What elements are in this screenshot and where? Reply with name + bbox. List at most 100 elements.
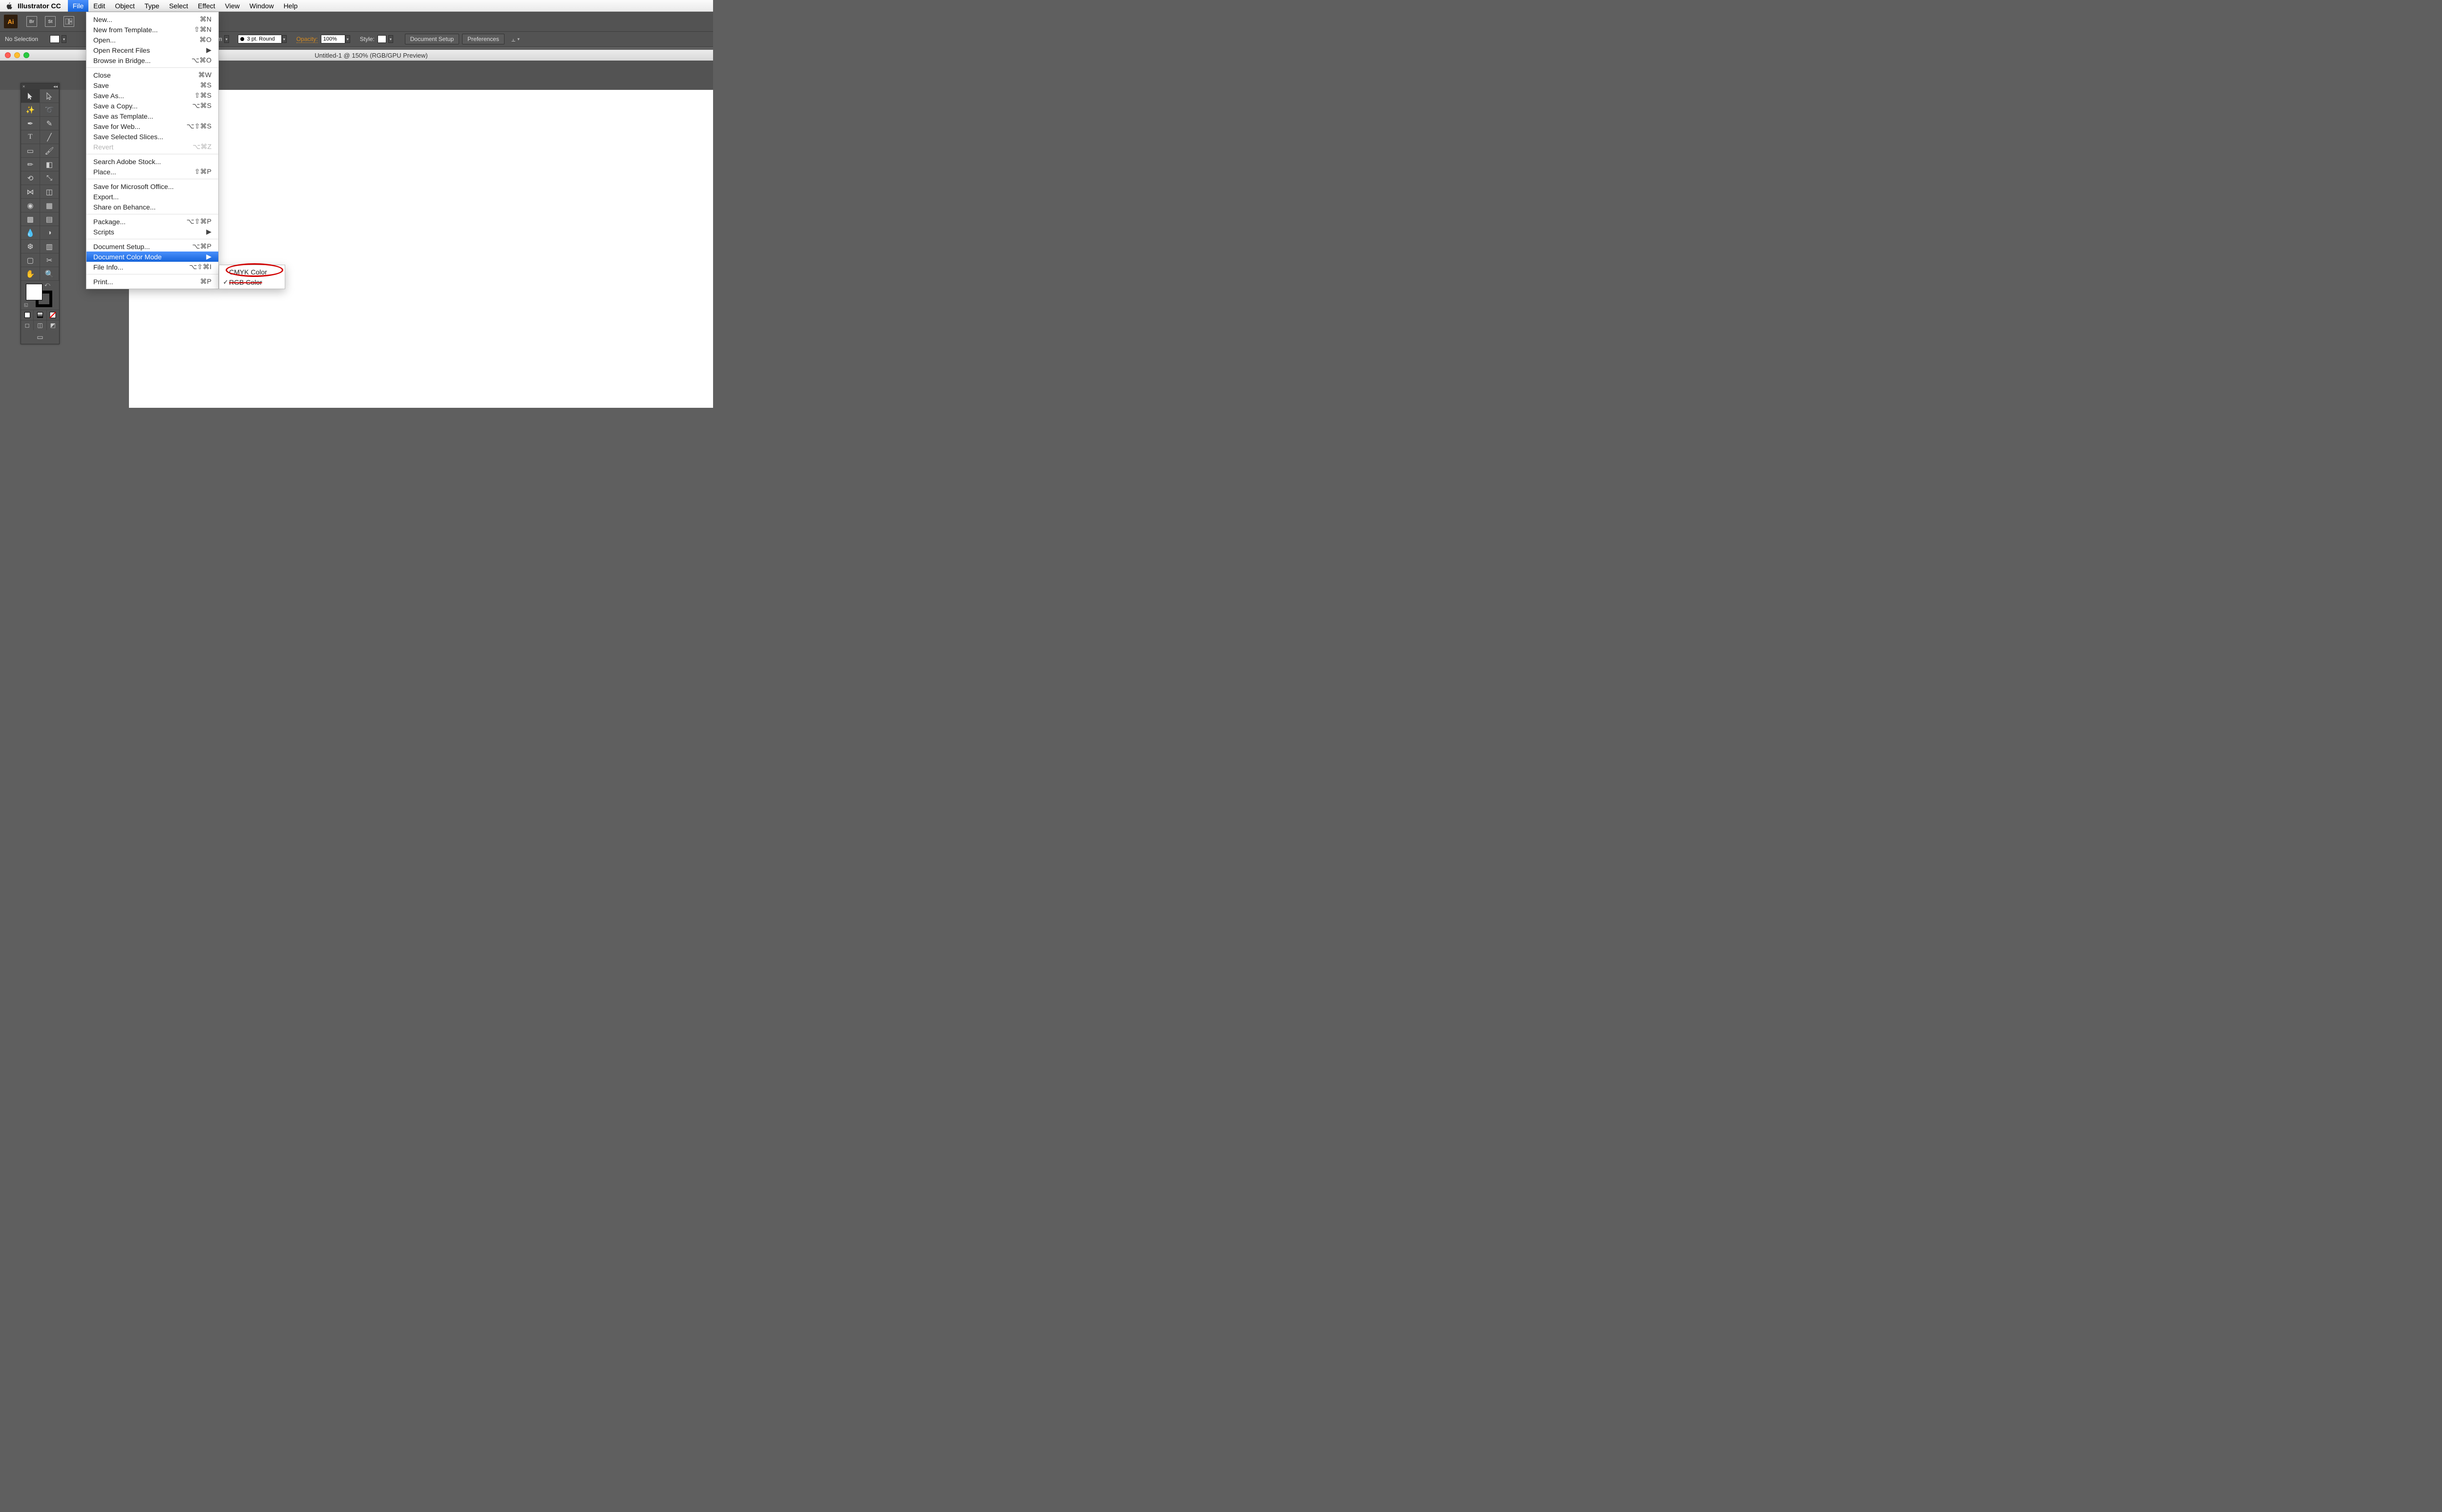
menu-select[interactable]: Select [164,0,193,12]
file-menu-save-for-microsoft-office[interactable]: Save for Microsoft Office... [86,181,218,191]
menu-file[interactable]: File [68,0,89,12]
window-close-button[interactable] [5,52,11,58]
tool-direct-selection[interactable] [40,89,59,103]
tool-slice[interactable]: ✂ [40,253,59,267]
default-fill-stroke-icon[interactable]: ◱ [24,302,28,308]
close-icon[interactable]: × [22,84,25,89]
submenu-rgb-color[interactable]: ✓ RGB Color [219,277,285,287]
file-menu-new-from-template[interactable]: New from Template...⇧⌘N [86,24,218,35]
tool-perspective[interactable]: ▦ [40,199,59,212]
tool-line[interactable]: ╱ [40,130,59,144]
tool-lasso[interactable]: ➰ [40,103,59,117]
tool-rectangle[interactable]: ▭ [21,144,40,158]
fill-color-swatch[interactable] [26,284,42,300]
file-menu-print[interactable]: Print...⌘P [86,276,218,287]
file-menu-document-color-mode[interactable]: Document Color Mode▶ [86,252,218,262]
file-menu-share-on-behance[interactable]: Share on Behance... [86,202,218,212]
menu-item-shortcut: ⌥⌘Z [192,143,211,151]
file-menu-document-setup[interactable]: Document Setup...⌥⌘P [86,241,218,252]
submenu-cmyk-color[interactable]: CMYK Color [219,267,285,277]
tool-width[interactable]: ⋈ [21,185,40,199]
color-mode-gradient[interactable] [34,310,46,320]
document-setup-button[interactable]: Document Setup [405,34,459,44]
file-menu-file-info[interactable]: File Info...⌥⇧⌘I [86,262,218,272]
menu-item-label: Save for Microsoft Office... [93,183,174,190]
draw-behind[interactable]: ◫ [34,320,46,330]
tool-blend[interactable]: ◑ [40,226,59,240]
tool-pencil[interactable]: ✏ [21,158,40,171]
menu-effect[interactable]: Effect [193,0,220,12]
menu-edit[interactable]: Edit [88,0,110,12]
file-menu-close[interactable]: Close⌘W [86,70,218,80]
file-menu-save-selected-slices[interactable]: Save Selected Slices... [86,131,218,142]
tool-magic-wand[interactable]: ✨ [21,103,40,117]
tool-type[interactable]: T [21,130,40,144]
tool-graph[interactable]: ▥ [40,240,59,253]
file-menu-save-as[interactable]: Save As...⇧⌘S [86,90,218,101]
draw-normal[interactable]: ◻ [21,320,34,330]
style-dropdown[interactable]: ▾ [388,35,393,43]
document-title: Untitled-1 @ 150% (RGB/GPU Preview) [315,52,427,59]
tool-curvature[interactable]: ✎ [40,117,59,130]
window-zoom-button[interactable] [23,52,29,58]
file-menu-save-for-web[interactable]: Save for Web...⌥⇧⌘S [86,121,218,131]
tool-shape-builder[interactable]: ◉ [21,199,40,212]
brush-preset-field[interactable]: 3 pt. Round [238,35,282,43]
stock-shortcut-button[interactable]: St [45,16,56,27]
bridge-shortcut-button[interactable]: Br [26,16,37,27]
collapse-icon[interactable]: ◂◂ [53,84,58,89]
menu-type[interactable]: Type [140,0,164,12]
opacity-dropdown[interactable]: ▾ [345,35,350,43]
preferences-button[interactable]: Preferences [462,34,505,44]
align-dropdown[interactable]: ▾ [517,37,520,42]
tool-free-transform[interactable]: ◫ [40,185,59,199]
file-menu-package[interactable]: Package...⌥⇧⌘P [86,216,218,227]
color-mode-none[interactable] [47,310,59,320]
file-menu-search-adobe-stock[interactable]: Search Adobe Stock... [86,156,218,167]
tool-mesh[interactable]: ▩ [21,212,40,226]
file-menu-save[interactable]: Save⌘S [86,80,218,90]
type-icon: T [28,133,32,141]
stroke-weight-dropdown[interactable]: ▾ [224,35,229,43]
file-menu-place[interactable]: Place...⇧⌘P [86,167,218,177]
tool-eraser[interactable]: ◧ [40,158,59,171]
align-icon[interactable]: ⫠ [511,35,515,43]
file-menu-save-as-template[interactable]: Save as Template... [86,111,218,121]
fill-dropdown[interactable]: ▾ [62,35,66,43]
draw-inside[interactable]: ◩ [47,320,59,330]
color-mode-solid[interactable] [21,310,34,320]
file-menu-open[interactable]: Open...⌘O [86,35,218,45]
tool-gradient[interactable]: ▤ [40,212,59,226]
fill-stroke-indicator[interactable]: ⤺ ◱ [21,281,59,310]
menu-help[interactable]: Help [279,0,303,12]
tool-symbol-sprayer[interactable]: ❆ [21,240,40,253]
opacity-field[interactable]: 100% [321,35,345,43]
tools-panel-header[interactable]: × ◂◂ [21,84,59,89]
file-menu-export[interactable]: Export... [86,191,218,202]
window-minimize-button[interactable] [14,52,20,58]
tool-paintbrush[interactable]: 🖌 [40,144,59,158]
tool-hand[interactable]: ✋ [21,267,40,281]
tool-selection[interactable] [21,89,40,103]
tool-artboard[interactable]: ▢ [21,253,40,267]
file-menu-open-recent-files[interactable]: Open Recent Files▶ [86,45,218,55]
opacity-label[interactable]: Opacity: [296,36,318,43]
file-menu-scripts[interactable]: Scripts▶ [86,227,218,237]
arrange-documents-button[interactable] [63,16,74,27]
tool-rotate[interactable]: ⟲ [21,171,40,185]
swap-fill-stroke-icon[interactable]: ⤺ [44,282,50,288]
style-swatch[interactable] [378,35,386,43]
tool-scale[interactable]: ⤡ [40,171,59,185]
file-menu-new[interactable]: New...⌘N [86,14,218,24]
file-menu-browse-in-bridge[interactable]: Browse in Bridge...⌥⌘O [86,55,218,65]
tool-pen[interactable]: ✒ [21,117,40,130]
tool-eyedropper[interactable]: 💧 [21,226,40,240]
file-menu-save-a-copy[interactable]: Save a Copy...⌥⌘S [86,101,218,111]
tool-zoom[interactable]: 🔍 [40,267,59,281]
menu-object[interactable]: Object [110,0,139,12]
menu-window[interactable]: Window [245,0,279,12]
menu-view[interactable]: View [220,0,245,12]
screen-mode-button[interactable]: ▭ [21,330,59,344]
fill-swatch[interactable] [50,35,60,43]
brush-dropdown[interactable]: ▾ [282,35,287,43]
